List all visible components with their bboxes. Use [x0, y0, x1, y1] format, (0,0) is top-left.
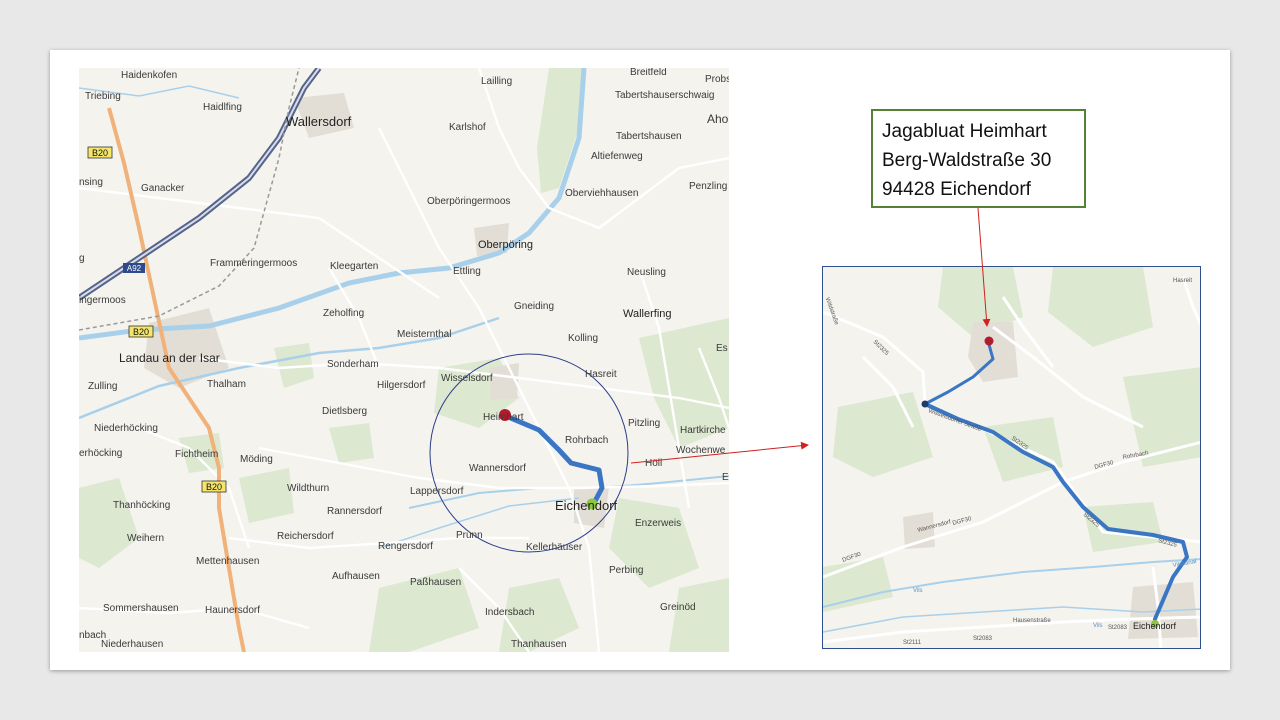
- zoom-pointer-arrow: [630, 441, 809, 464]
- pointer-overlay: [630, 207, 991, 464]
- address-pointer-arrow: [977, 207, 991, 327]
